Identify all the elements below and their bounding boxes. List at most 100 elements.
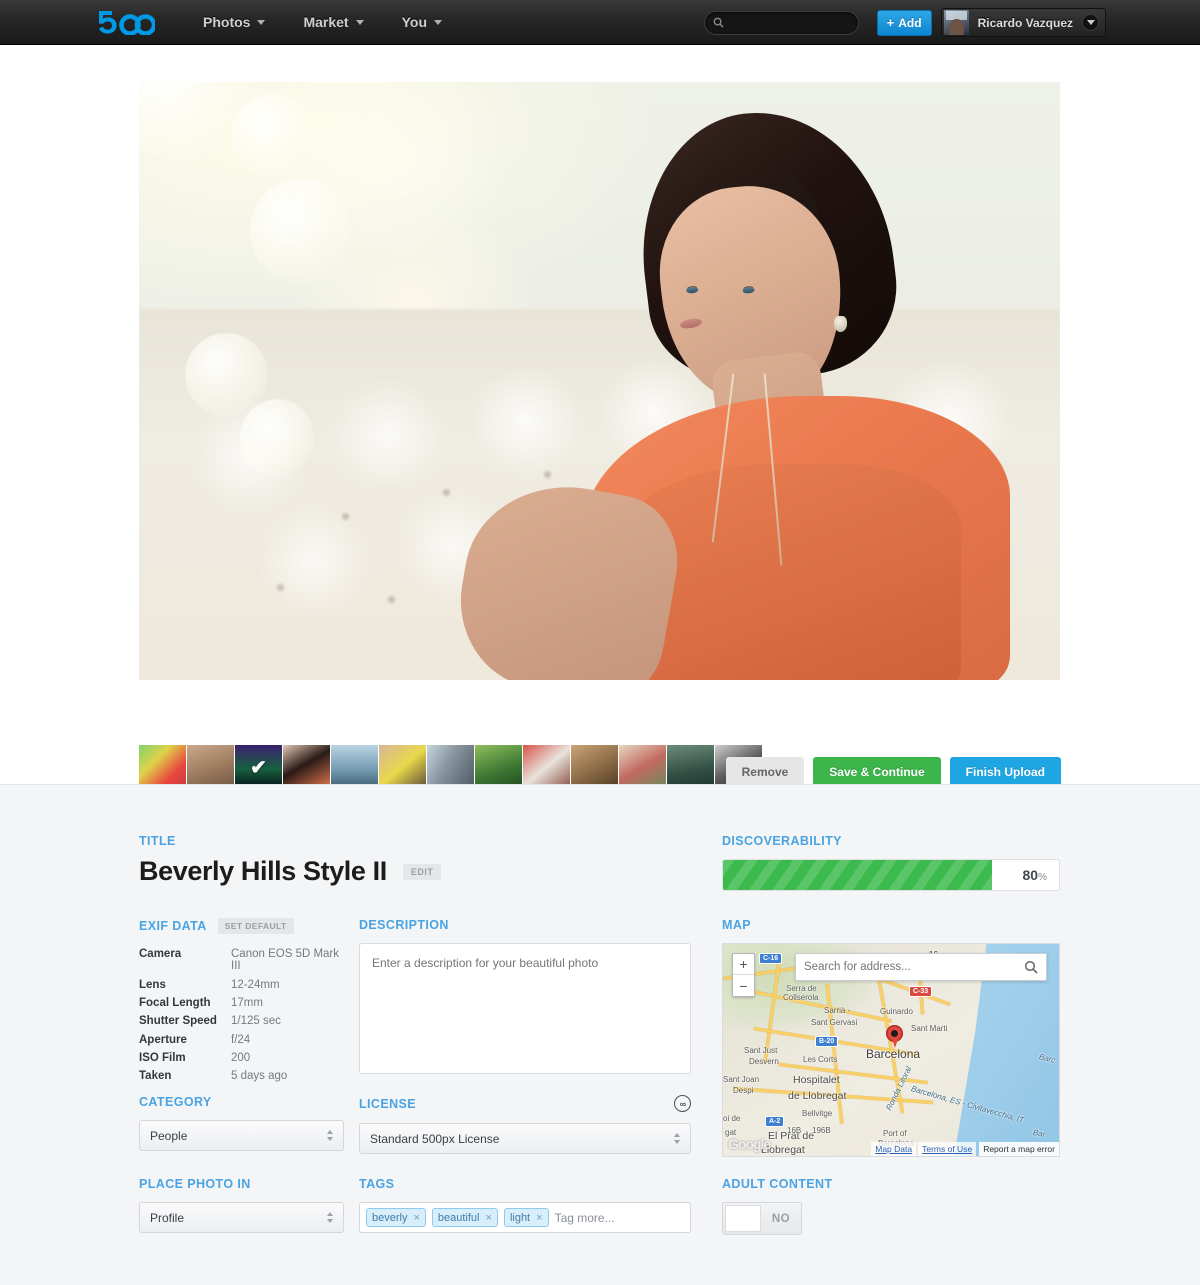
creative-commons-icon[interactable]: ∞ [674,1095,691,1112]
adult-content-toggle[interactable]: NO [722,1202,802,1235]
map-zoom-in-button[interactable]: + [733,954,754,975]
main-photo-preview[interactable] [139,82,1060,680]
subject-earring [833,316,847,333]
exif-value: 1/125 sec [231,1015,281,1028]
thumb-4[interactable] [283,745,330,789]
table-row: Aperture f/24 [139,1031,344,1049]
google-logo: Google [728,1136,771,1152]
tag-chip: beautiful × [431,1208,498,1227]
photo-bokeh [185,333,268,417]
map-place-label: Sant Just [744,1046,778,1055]
remove-tag-icon[interactable]: × [536,1212,542,1224]
adult-content-label: ADULT CONTENT [722,1177,833,1191]
description-input[interactable] [359,943,691,1074]
adult-content-value: NO [771,1212,791,1225]
finish-upload-button[interactable]: Finish Upload [949,757,1061,786]
map-place-label: Serra de [786,984,817,993]
chevron-down-icon [434,19,442,25]
search-icon [1024,960,1038,974]
discoverability-value: 80% [1023,867,1047,883]
thumb-1[interactable] [139,745,186,789]
license-select[interactable]: Standard 500px License [359,1123,691,1154]
thumb-5[interactable] [331,745,378,789]
nav-item-market[interactable]: Market [303,14,364,30]
exif-value: f/24 [231,1033,251,1046]
photo-details-form: TITLE Beverly Hills Style II EDIT DISCOV… [0,784,1200,1285]
tags-group: TAGS beverly × beautiful × light × Tag m… [359,1177,691,1233]
thumb-3[interactable]: ✔ [235,745,282,789]
set-default-button[interactable]: SET DEFAULT [217,918,294,934]
location-map[interactable]: BadalonaBarcelonaHospitaletde LlobregatE… [722,943,1060,1157]
tags-placeholder[interactable]: Tag more... [555,1211,615,1225]
license-group: LICENSE ∞ Standard 500px License [359,1095,691,1154]
chevron-down-icon[interactable] [1082,14,1099,31]
table-row: Focal Length 17mm [139,994,344,1012]
tags-input-box[interactable]: beverly × beautiful × light × Tag more..… [359,1202,691,1233]
map-place-label: de Llobregat [788,1090,847,1102]
exif-value: 5 days ago [231,1070,288,1083]
exif-key: ISO Film [139,1052,186,1065]
edit-title-button[interactable]: EDIT [402,863,442,880]
thumb-7[interactable] [427,745,474,789]
thumb-11[interactable] [619,745,666,789]
map-sea-label: Bar [1032,1127,1047,1140]
tag-chip: beverly × [366,1208,426,1227]
map-route-shield: C-33 [909,986,933,997]
map-place-label: 196B [812,1126,831,1135]
map-terms-link[interactable]: Terms of Use [918,1142,977,1156]
500px-logo[interactable] [97,9,155,35]
spinner-arrows-icon [327,1130,333,1141]
thumb-9[interactable] [523,745,570,789]
map-place-label: oi de [723,1114,741,1123]
remove-tag-icon[interactable]: × [413,1212,419,1224]
map-route-shield: A-2 [765,1116,785,1127]
photo-title-text: Beverly Hills Style II [139,856,387,886]
map-route-shield: C-16 [759,953,783,964]
nav-item-photos[interactable]: Photos [203,14,266,30]
save-continue-button[interactable]: Save & Continue [813,757,941,786]
map-location-marker[interactable] [886,1025,903,1048]
exif-label: EXIF DATA [139,919,207,933]
remove-button[interactable]: Remove [725,757,805,786]
photo-bokeh [231,93,314,178]
map-place-label: Despi [733,1086,754,1095]
map-zoom-out-button[interactable]: − [733,975,754,996]
thumb-6[interactable] [379,745,426,789]
thumb-12[interactable] [667,745,714,789]
exif-table: Camera Canon EOS 5D Mark III Lens 12-24mm … [139,945,344,1086]
title-label: TITLE [139,834,176,848]
tag-label: light [509,1211,531,1224]
place-photo-select[interactable]: Profile [139,1202,344,1233]
subject-eye [742,286,755,295]
map-data-link[interactable]: Map Data [871,1142,917,1156]
user-menu[interactable]: Ricardo Vazquez [940,8,1106,37]
table-row: ISO Film 200 [139,1049,344,1067]
photo-bokeh [249,177,351,286]
category-group: CATEGORY People [139,1095,344,1151]
thumbnail-filmstrip: ✔ [139,745,763,789]
nav-item-you-label: You [401,14,427,30]
place-photo-label: PLACE PHOTO IN [139,1177,251,1191]
add-button[interactable]: + Add [876,9,932,36]
map-search-box[interactable] [795,953,1047,981]
thumb-2[interactable] [187,745,234,789]
map-place-label: Guinardo [880,1007,913,1016]
map-credits: Map Data Terms of Use Report a map error [871,1142,1059,1156]
toggle-knob [725,1205,761,1232]
license-value: Standard 500px License [370,1131,500,1146]
map-report-error-link[interactable]: Report a map error [979,1142,1059,1156]
thumb-10[interactable] [571,745,618,789]
check-icon: ✔ [250,756,267,779]
photo-bokeh [240,398,314,477]
thumb-8[interactable] [475,745,522,789]
map-search-input[interactable] [804,961,1024,973]
page-title: Beverly Hills Style II EDIT [139,856,442,887]
search-input[interactable] [728,16,849,29]
category-select[interactable]: People [139,1120,344,1151]
discoverability-progress-fill [723,860,992,890]
search-box[interactable] [703,10,859,35]
add-button-label: Add [898,15,922,30]
nav-item-you[interactable]: You [402,14,442,30]
remove-tag-icon[interactable]: × [486,1212,492,1224]
map-place-label: Sant Gervasi [811,1018,858,1027]
